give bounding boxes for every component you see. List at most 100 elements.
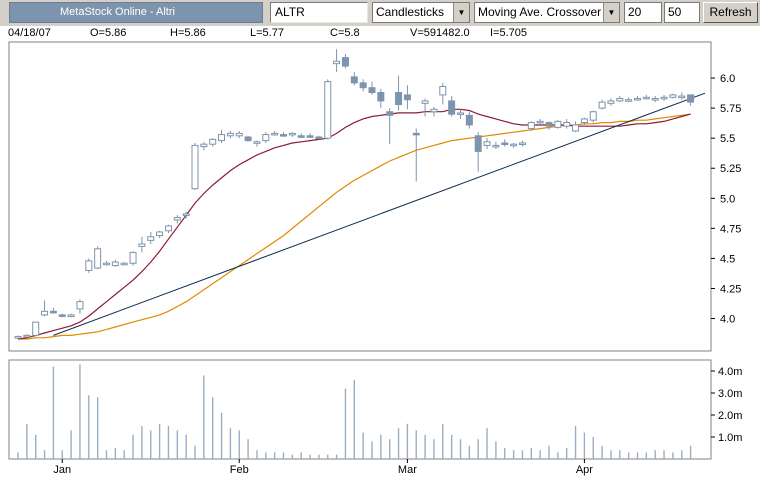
refresh-button[interactable]: Refresh (703, 2, 758, 23)
quote-info-bar: 04/18/07 O=5.86 H=5.86 L=5.77 C=5.8 V=59… (0, 26, 760, 40)
price-panel (8, 41, 712, 352)
candle-body (448, 100, 456, 115)
candle-body (589, 111, 597, 121)
candle-body (341, 57, 349, 67)
candle-body (642, 96, 650, 100)
candle-body (76, 301, 84, 310)
candle-body (14, 336, 22, 339)
candle-body (173, 217, 181, 221)
candle-body (32, 321, 40, 336)
candle-body (164, 225, 172, 232)
month-label: Jan (53, 464, 71, 476)
candle-body (23, 334, 31, 338)
chart-area: 6.0 5.75 5.5 5.25 5.0 4.75 4.5 4.25 4.0 4.0m 3.0m 2… (0, 40, 760, 478)
chevron-down-icon[interactable]: ▼ (453, 3, 469, 22)
volume-tick-label: 3.0m (718, 388, 742, 400)
candle-body (368, 87, 376, 93)
candle-body (518, 142, 526, 145)
candle-body (315, 136, 323, 139)
candle-body (395, 91, 403, 106)
indicator-value: Moving Ave. Crossover (478, 5, 602, 19)
candle-body (85, 260, 93, 271)
price-tick-label: 5.75 (720, 103, 741, 115)
candle-body (554, 120, 562, 128)
candle-body (598, 101, 606, 109)
info-indicator: I=5.705 (490, 27, 528, 39)
candle-body (129, 251, 137, 264)
candle-body (147, 236, 155, 241)
price-tick-label: 6.0 (720, 73, 735, 85)
candle-body (262, 134, 270, 142)
month-label: Apr (576, 464, 593, 476)
candle-body (465, 114, 473, 126)
candle-body (41, 310, 49, 316)
candle-body (563, 122, 571, 127)
info-volume: V=591482.0 (410, 27, 470, 39)
candle-body (156, 231, 164, 237)
candle-body (324, 81, 332, 139)
candle-body (280, 134, 287, 137)
candle-body (687, 94, 695, 103)
candle-body (660, 96, 668, 100)
candle-body (191, 144, 199, 190)
candle-body (412, 132, 420, 136)
candle-body (67, 314, 75, 317)
candle-body (439, 85, 447, 96)
candle-body (421, 100, 429, 104)
candle-body (545, 122, 553, 127)
candle-body (386, 111, 394, 116)
candle-body (297, 135, 305, 138)
candle-body (580, 118, 588, 124)
info-date: 04/18/07 (8, 27, 51, 39)
chevron-down-icon[interactable]: ▼ (603, 3, 619, 22)
candle-body (607, 100, 615, 104)
candle-body (359, 82, 367, 89)
info-open: O=5.86 (90, 27, 127, 39)
price-tick-label: 4.75 (720, 223, 741, 235)
candle-body (288, 132, 296, 136)
candle-body (235, 132, 243, 137)
price-tick-label: 4.0 (720, 314, 735, 326)
candle-body (527, 122, 535, 130)
app-title: MetaStock Online - Altri (9, 2, 263, 23)
price-tick-label: 4.5 (720, 253, 735, 265)
candle-body (510, 143, 518, 147)
info-close: C=5.8 (330, 27, 360, 39)
price-tick-label: 5.0 (720, 193, 735, 205)
candle-body (474, 135, 482, 152)
candle-body (678, 95, 686, 99)
candle-body (200, 143, 208, 148)
candle-body (182, 213, 190, 216)
candle-body (669, 94, 677, 98)
period1-input[interactable]: 20 (624, 2, 662, 23)
info-low: L=5.77 (250, 27, 284, 39)
volume-tick-label: 2.0m (718, 410, 742, 422)
candle-body (120, 262, 128, 266)
period2-input[interactable]: 50 (664, 2, 700, 23)
candle-body (457, 112, 464, 115)
candle-body (430, 108, 438, 113)
indicator-select[interactable]: Moving Ave. Crossover ▼ (474, 2, 620, 23)
candle-body (306, 135, 314, 138)
candle-body (333, 60, 341, 65)
candle-body (271, 132, 279, 136)
candle-body (138, 243, 146, 247)
month-label: Feb (230, 464, 249, 476)
candle-body (616, 98, 624, 102)
candle-body (651, 98, 659, 101)
toolbar: MetaStock Online - Altri ALTR Candlestic… (0, 0, 760, 25)
price-volume-chart[interactable]: 6.0 5.75 5.5 5.25 5.0 4.75 4.5 4.25 4.0 4.0m 3.0m 2… (0, 40, 760, 478)
candle-body (244, 136, 252, 142)
volume-tick-label: 1.0m (718, 432, 742, 444)
candle-body (218, 134, 226, 142)
candle-body (58, 314, 66, 317)
candle-body (49, 310, 57, 314)
candle-body (492, 144, 500, 148)
chart-style-select[interactable]: Candlesticks ▼ (372, 2, 470, 23)
symbol-input[interactable]: ALTR (270, 2, 368, 23)
candle-body (111, 261, 119, 267)
candle-body (226, 132, 234, 137)
month-label: Mar (398, 464, 417, 476)
candle-body (483, 141, 491, 146)
candle-body (103, 262, 110, 266)
